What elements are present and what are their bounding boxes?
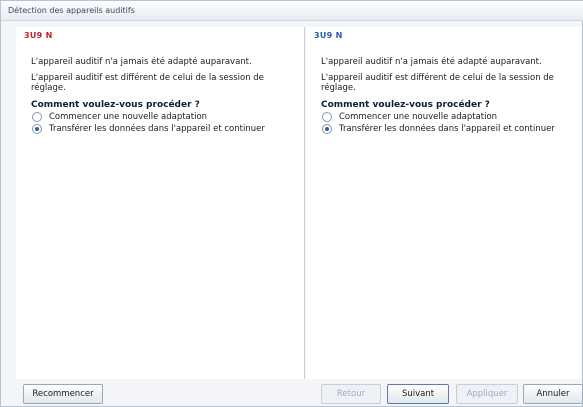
radio-checked-icon[interactable] (322, 124, 332, 134)
button-bar: Recommencer Retour Suivant Appliquer Ann… (1, 381, 583, 407)
left-message-different: L'appareil auditif est différent de celu… (31, 73, 264, 93)
back-button[interactable]: Retour (321, 384, 381, 404)
radio-unchecked-icon[interactable] (322, 112, 332, 122)
next-button[interactable]: Suivant (387, 384, 449, 404)
dialog-window: Détection des appareils auditifs 3U9 N L… (0, 0, 583, 407)
left-device-panel: 3U9 N L'appareil auditif n'a jamais été … (16, 27, 305, 379)
radio-unchecked-icon[interactable] (32, 112, 42, 122)
left-option-new-fitting-label: Commencer une nouvelle adaptation (49, 112, 208, 122)
right-option-transfer[interactable]: Transférer les données dans l'appareil e… (322, 124, 555, 134)
right-question: Comment voulez-vous procéder ? (321, 100, 490, 110)
left-message-not-fitted: L'appareil auditif n'a jamais été adapté… (31, 57, 252, 67)
right-option-new-fitting[interactable]: Commencer une nouvelle adaptation (322, 112, 497, 122)
left-device-name: 3U9 N (24, 31, 53, 40)
apply-button[interactable]: Appliquer (456, 384, 518, 404)
left-option-transfer-label: Transférer les données dans l'appareil e… (49, 124, 265, 134)
cancel-button[interactable]: Annuler (523, 384, 583, 404)
right-message-not-fitted: L'appareil auditif n'a jamais été adapté… (321, 57, 542, 67)
right-device-name: 3U9 N (314, 31, 343, 40)
left-option-transfer[interactable]: Transférer les données dans l'appareil e… (32, 124, 265, 134)
radio-checked-icon[interactable] (32, 124, 42, 134)
right-device-panel: 3U9 N L'appareil auditif n'a jamais été … (306, 27, 581, 379)
restart-button[interactable]: Recommencer (23, 384, 103, 404)
left-option-new-fitting[interactable]: Commencer une nouvelle adaptation (32, 112, 207, 122)
right-message-different: L'appareil auditif est différent de celu… (321, 73, 554, 93)
right-option-new-fitting-label: Commencer une nouvelle adaptation (339, 112, 498, 122)
left-question: Comment voulez-vous procéder ? (31, 100, 200, 110)
right-option-transfer-label: Transférer les données dans l'appareil e… (339, 124, 555, 134)
window-title: Détection des appareils auditifs (1, 1, 583, 21)
